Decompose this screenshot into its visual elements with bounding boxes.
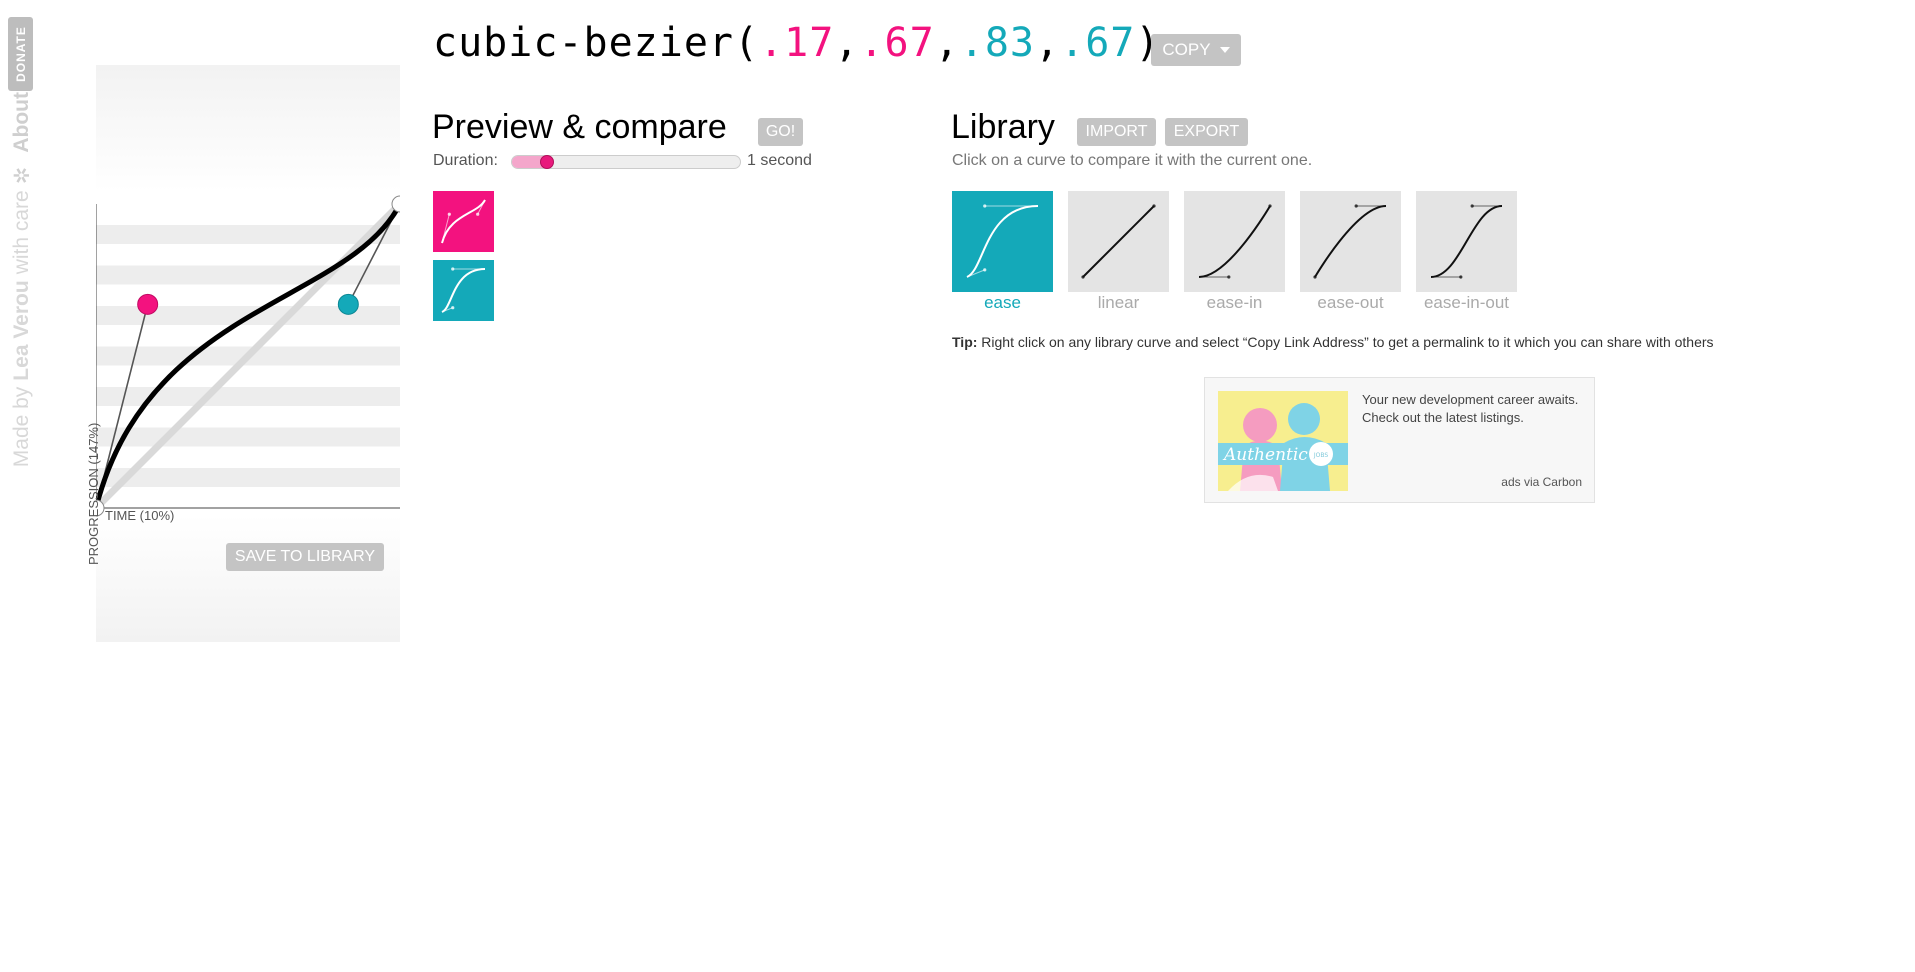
library-item-label: ease-in-out [1423, 293, 1510, 312]
credits: Made by Lea Verou with care ✲ About [7, 92, 37, 484]
grid-stripe [96, 265, 400, 285]
library-item-ease-in[interactable]: ease-in [1184, 191, 1285, 313]
ease-in-out-curve-thumbnail [1430, 204, 1503, 279]
y-axis-label: PROGRESSION (147%) [86, 422, 101, 565]
thumb-curve [966, 205, 1039, 278]
thumb-curve [441, 268, 486, 313]
library-title: Library [951, 108, 1055, 146]
thumb-curve [1314, 205, 1387, 278]
library-item-label: ease-in [1206, 293, 1263, 312]
library-item-label: ease-out [1317, 293, 1384, 312]
grid-stripe [96, 427, 400, 447]
save-to-library-button[interactable]: SAVE TO LIBRARY [226, 543, 384, 571]
library-item-label: ease [984, 293, 1021, 312]
thumb-control-2 [451, 267, 455, 271]
code-sep-3: , [1035, 20, 1061, 66]
ad-logo-lettering: Authentic [1222, 445, 1308, 465]
curve-editor: PROGRESSION (147%) TIME (10%) SAVE TO LI… [86, 65, 400, 642]
thumb-control-1 [451, 306, 455, 310]
thumb-control-2 [1354, 204, 1358, 208]
grid-stripe [96, 225, 400, 244]
copy-label: COPY [1162, 40, 1211, 59]
thumb-curve [1430, 205, 1503, 278]
code-sep-2: , [934, 20, 960, 66]
grid-stripe [96, 387, 400, 406]
carbon-ad[interactable]: Authentic JOBS Your new development care… [1204, 377, 1595, 503]
tip-label: Tip: [952, 334, 978, 350]
library-item-ease[interactable]: ease [952, 191, 1053, 313]
ad-logo-badge: JOBS [1313, 452, 1329, 459]
with-care-text: with care [10, 190, 33, 275]
library-item-label: linear [1097, 293, 1140, 312]
ease-out-curve-thumbnail [1313, 204, 1387, 279]
thumb-control-2 [983, 204, 987, 208]
import-button[interactable]: IMPORT [1077, 118, 1156, 146]
preview-compare-thumbnail [441, 267, 486, 313]
thumb-control-2 [476, 212, 480, 216]
grid-stripe [96, 468, 400, 487]
made-by-text: Made by [10, 386, 33, 468]
thumb-curve [1082, 205, 1155, 278]
go-button[interactable]: GO! [758, 118, 803, 146]
preview-compare-curve[interactable] [433, 260, 494, 321]
copy-button[interactable]: COPY [1151, 34, 1241, 66]
ad-via-link[interactable]: ads via Carbon [1501, 475, 1582, 489]
code-value-4: .67 [1060, 20, 1136, 66]
control-point-2[interactable] [337, 293, 359, 315]
ease-curve-thumbnail [966, 204, 1039, 278]
duration-slider[interactable] [511, 155, 741, 169]
author-link[interactable]: Lea Verou [10, 280, 34, 380]
preview-current-thumbnail [441, 199, 486, 244]
star-icon: ✲ [10, 166, 34, 185]
thumb-control-1 [1459, 275, 1463, 279]
preview-title: Preview & compare [432, 108, 727, 146]
control-point-1[interactable] [137, 293, 159, 315]
tip-body: Right click on any library curve and sel… [981, 334, 1714, 350]
tip-text: Tip: Right click on any library curve an… [952, 334, 1714, 350]
x-axis-label: TIME (10%) [105, 508, 175, 523]
code-prefix: cubic-bezier( [433, 20, 760, 66]
chevron-down-icon [1219, 47, 1230, 53]
about-link[interactable]: About [10, 92, 34, 153]
donate-button[interactable]: DONATE [8, 17, 33, 91]
bezier-code: cubic-bezier(.17,.67,.83,.67) [433, 20, 1160, 66]
duration-label: Duration: [433, 152, 498, 169]
thumb-control-2 [1470, 204, 1474, 208]
duration-slider-thumb[interactable] [540, 155, 555, 169]
code-value-2: .67 [859, 20, 935, 66]
thumb-control-1 [1227, 275, 1231, 279]
library-item-ease-out[interactable]: ease-out [1300, 191, 1401, 313]
ease-in-curve-thumbnail [1198, 204, 1272, 279]
preview-current-curve[interactable] [433, 191, 494, 252]
donate-label: DONATE [13, 26, 28, 82]
code-value-3: .83 [959, 20, 1036, 66]
ad-text[interactable]: Your new development career awaits. Chec… [1362, 391, 1587, 427]
thumb-control-1 [983, 268, 987, 272]
thumb-curve [441, 199, 486, 244]
export-button[interactable]: EXPORT [1165, 118, 1248, 146]
code-value-1: .17 [759, 20, 835, 66]
thumb-curve [1198, 205, 1271, 278]
library-hint: Click on a curve to compare it with the … [952, 152, 1313, 169]
library-item-linear[interactable]: linear [1068, 191, 1169, 313]
duration-value: 1 second [747, 152, 812, 169]
thumb-control-1 [447, 212, 451, 216]
linear-curve-thumbnail [1081, 204, 1156, 279]
ad-illustration[interactable]: Authentic JOBS [1218, 391, 1348, 491]
code-sep-1: , [834, 20, 860, 66]
library-item-ease-in-out[interactable]: ease-in-out [1416, 191, 1517, 313]
